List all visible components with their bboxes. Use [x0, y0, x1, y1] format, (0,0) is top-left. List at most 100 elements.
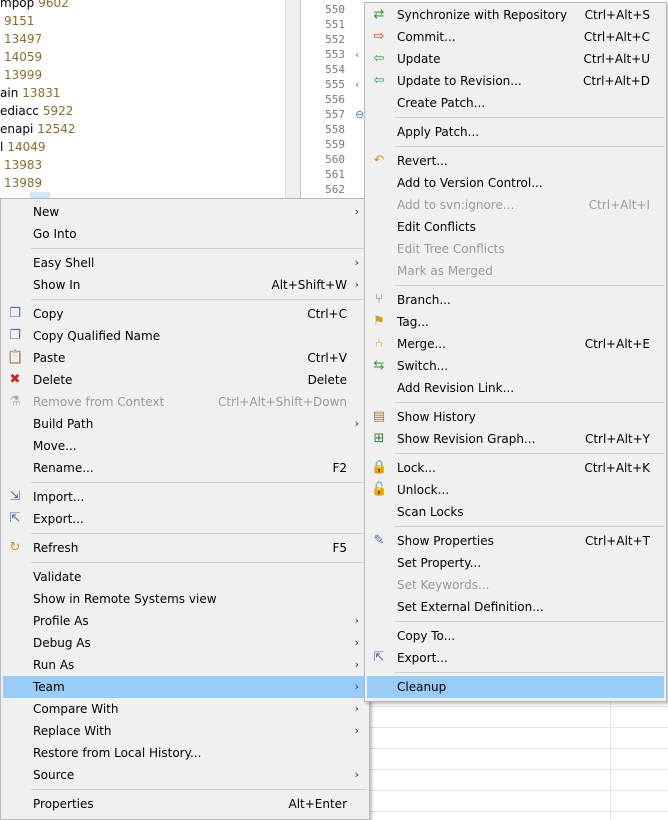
- menu-item-replace-with[interactable]: Replace With ›: [3, 720, 367, 742]
- menu-item-validate[interactable]: Validate: [3, 566, 367, 588]
- menu-item-shortcut: Delete: [307, 373, 347, 387]
- menu-item-label: Update: [397, 52, 441, 66]
- tree-item-revision: 14059: [4, 50, 43, 64]
- menu-item-shortcut: Ctrl+Alt+E: [584, 337, 650, 351]
- fold-toggle-icon[interactable]: ⊖: [355, 108, 364, 121]
- tree-item[interactable]: 9151: [0, 12, 35, 30]
- team-item-commit[interactable]: ⇨ Commit... Ctrl+Alt+C: [367, 26, 664, 48]
- chevron-right-icon: ›: [354, 417, 359, 430]
- menu-item-label: Scan Locks: [397, 505, 464, 519]
- line-number: 552: [325, 33, 345, 46]
- menu-item-profile-as[interactable]: Profile As ›: [3, 610, 367, 632]
- update-revision-icon: ⇦: [373, 73, 385, 88]
- menu-item-label: Cleanup: [397, 680, 447, 694]
- team-item-show-revision-graph[interactable]: ⊞ Show Revision Graph... Ctrl+Alt+Y: [367, 428, 664, 450]
- menu-item-show-in[interactable]: Show In Alt+Shift+W ›: [3, 274, 367, 296]
- menu-item-shortcut: Ctrl+Alt+D: [583, 74, 650, 88]
- switch-icon: ⇆: [373, 358, 385, 373]
- menu-item-build-path[interactable]: Build Path ›: [3, 413, 367, 435]
- team-item-edit-conflicts[interactable]: Edit Conflicts: [367, 216, 664, 238]
- tree-item[interactable]: l 14049: [0, 138, 46, 156]
- team-item-scan-locks[interactable]: Scan Locks: [367, 501, 664, 523]
- menu-item-import[interactable]: ⇲ Import...: [3, 486, 367, 508]
- menu-item-refresh[interactable]: ↻ Refresh F5: [3, 537, 367, 559]
- tree-item[interactable]: mpop 9602: [0, 0, 69, 12]
- commit-icon: ⇨: [373, 29, 385, 44]
- chevron-right-icon: ›: [354, 614, 359, 627]
- menu-separator: [31, 533, 367, 534]
- menu-item-easy-shell[interactable]: Easy Shell ›: [3, 252, 367, 274]
- menu-item-delete[interactable]: ✖ Delete Delete: [3, 369, 367, 391]
- menu-separator: [31, 248, 367, 249]
- update-icon: ⇦: [373, 51, 385, 66]
- menu-item-copy-qualified-name[interactable]: ❐ Copy Qualified Name: [3, 325, 367, 347]
- team-item-merge[interactable]: ⑃ Merge... Ctrl+Alt+E: [367, 333, 664, 355]
- team-item-tag[interactable]: ⚑ Tag...: [367, 311, 664, 333]
- tree-item[interactable]: 13999: [0, 66, 42, 84]
- menu-item-paste[interactable]: 📋 Paste Ctrl+V: [3, 347, 367, 369]
- menu-item-label: Copy To...: [397, 629, 456, 643]
- team-item-update-to-revision[interactable]: ⇦ Update to Revision... Ctrl+Alt+D: [367, 70, 664, 92]
- menu-item-properties[interactable]: Properties Alt+Enter: [3, 793, 367, 815]
- team-item-lock[interactable]: 🔒 Lock... Ctrl+Alt+K: [367, 457, 664, 479]
- chevron-right-icon: ›: [354, 680, 359, 693]
- team-item-switch[interactable]: ⇆ Switch...: [367, 355, 664, 377]
- tree-item[interactable]: ediacc 5922: [0, 102, 73, 120]
- team-item-apply-patch[interactable]: Apply Patch...: [367, 121, 664, 143]
- menu-item-copy[interactable]: ❐ Copy Ctrl+C: [3, 303, 367, 325]
- menu-item-label: Update to Revision...: [397, 74, 522, 88]
- chevron-right-icon: ›: [354, 636, 359, 649]
- tree-scrollbar[interactable]: [285, 0, 300, 200]
- menu-item-rename[interactable]: Rename... F2: [3, 457, 367, 479]
- team-item-create-patch[interactable]: Create Patch...: [367, 92, 664, 114]
- tree-item[interactable]: enapi 12542: [0, 120, 75, 138]
- team-item-cleanup[interactable]: Cleanup: [367, 676, 664, 698]
- team-item-add-to-version-control[interactable]: Add to Version Control...: [367, 172, 664, 194]
- team-item-set-property[interactable]: Set Property...: [367, 552, 664, 574]
- tree-item[interactable]: ain 13831: [0, 84, 60, 102]
- menu-item-label: Unlock...: [397, 483, 450, 497]
- tree-item[interactable]: 14059: [0, 48, 42, 66]
- menu-item-debug-as[interactable]: Debug As ›: [3, 632, 367, 654]
- menu-item-restore-from-local-history[interactable]: Restore from Local History...: [3, 742, 367, 764]
- menu-item-label: Create Patch...: [397, 96, 486, 110]
- team-item-set-external-definition[interactable]: Set External Definition...: [367, 596, 664, 618]
- menu-item-label: Run As: [33, 658, 75, 672]
- menu-item-label: Show Properties: [397, 534, 494, 548]
- team-item-synchronize-with-repository[interactable]: ⇄ Synchronize with Repository Ctrl+Alt+S: [367, 4, 664, 26]
- team-item-show-history[interactable]: ▤ Show History: [367, 406, 664, 428]
- menu-item-move[interactable]: Move...: [3, 435, 367, 457]
- context-menu: New › Go Into Easy Shell › Show In Alt+Shift+W…: [0, 198, 370, 820]
- menu-item-label: Tag...: [397, 315, 429, 329]
- menu-item-show-in-remote-systems-view[interactable]: Show in Remote Systems view: [3, 588, 367, 610]
- tree-item[interactable]: 13497: [0, 30, 42, 48]
- team-item-update[interactable]: ⇦ Update Ctrl+Alt+U: [367, 48, 664, 70]
- menu-item-team[interactable]: Team ›: [3, 676, 367, 698]
- team-item-unlock[interactable]: 🔓 Unlock...: [367, 479, 664, 501]
- team-item-export[interactable]: ⇱ Export...: [367, 647, 664, 669]
- menu-item-label: Team: [33, 680, 65, 694]
- menu-item-label: Revert...: [397, 154, 448, 168]
- team-item-branch[interactable]: ⑂ Branch...: [367, 289, 664, 311]
- chevron-right-icon: ›: [354, 768, 359, 781]
- tree-item[interactable]: 13989: [0, 174, 42, 192]
- team-item-show-properties[interactable]: ✎ Show Properties Ctrl+Alt+T: [367, 530, 664, 552]
- menu-item-run-as[interactable]: Run As ›: [3, 654, 367, 676]
- menu-item-label: Source: [33, 768, 75, 782]
- team-item-revert[interactable]: ↶ Revert...: [367, 150, 664, 172]
- menu-separator: [395, 146, 664, 147]
- menu-separator: [395, 621, 664, 622]
- tree-item-revision: 13983: [4, 158, 43, 172]
- unlock-icon: 🔓: [371, 482, 388, 497]
- menu-item-export[interactable]: ⇱ Export...: [3, 508, 367, 530]
- chevron-right-icon: ›: [354, 278, 359, 291]
- menu-item-source[interactable]: Source ›: [3, 764, 367, 786]
- menu-item-label: Rename...: [33, 461, 94, 475]
- menu-item-compare-with[interactable]: Compare With ›: [3, 698, 367, 720]
- tree-item[interactable]: 13983: [0, 156, 42, 174]
- project-tree[interactable]: mpop 9602 9151 13497 14059 13999 ain 13831 ediac…: [0, 0, 290, 200]
- team-item-add-revision-link[interactable]: Add Revision Link...: [367, 377, 664, 399]
- menu-item-go-into[interactable]: Go Into: [3, 223, 367, 245]
- team-item-copy-to[interactable]: Copy To...: [367, 625, 664, 647]
- menu-item-new[interactable]: New ›: [3, 201, 367, 223]
